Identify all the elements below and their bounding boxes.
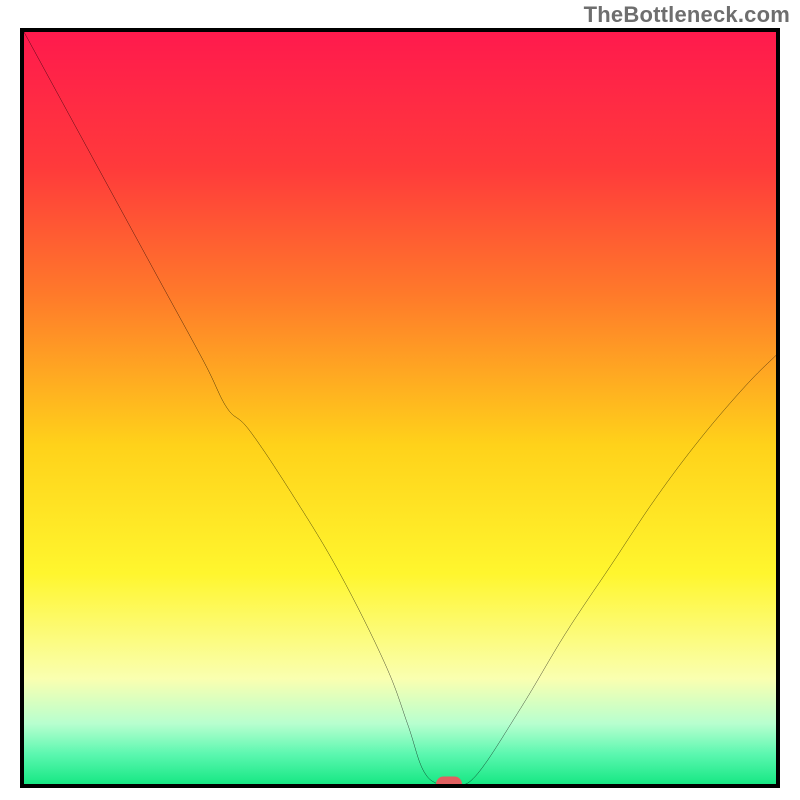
bottleneck-curve — [24, 32, 776, 784]
chart-frame — [20, 28, 780, 788]
optimum-marker — [436, 777, 462, 789]
chart-stage: TheBottleneck.com — [0, 0, 800, 800]
curve-path — [24, 32, 776, 784]
watermark-text: TheBottleneck.com — [584, 2, 790, 28]
